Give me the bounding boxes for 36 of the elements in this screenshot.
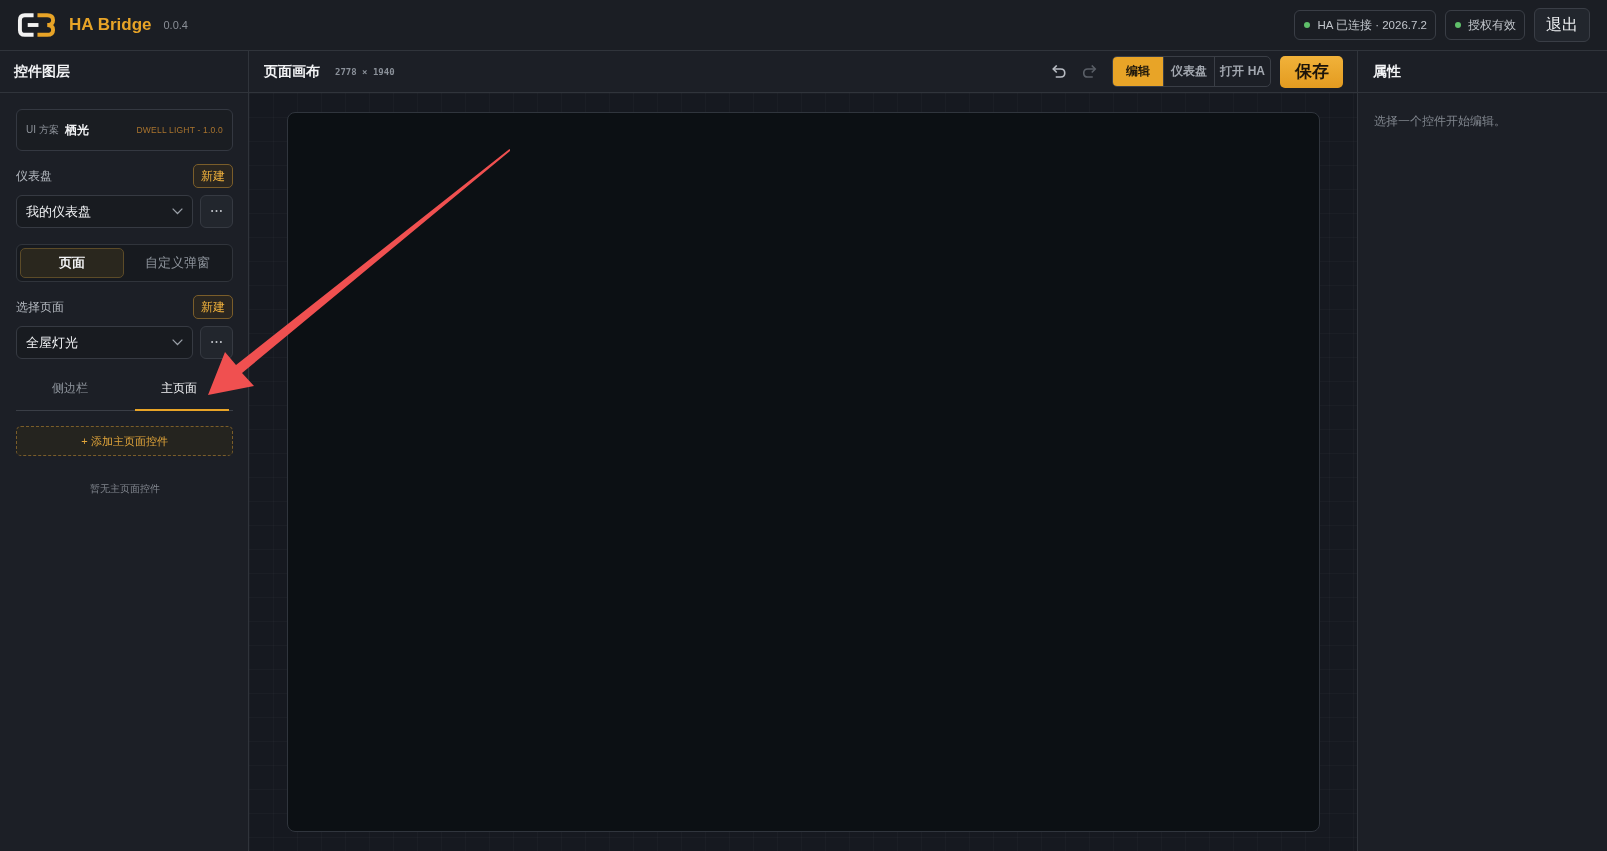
logout-button[interactable]: 退出	[1534, 8, 1590, 42]
app-title: HA Bridge	[69, 15, 152, 35]
field-label: 仪表盘	[16, 167, 52, 185]
canvas-size-label: 2778 × 1940	[335, 66, 395, 77]
new-button[interactable]: 新建	[193, 164, 233, 188]
status-text: 授权有效	[1468, 17, 1516, 33]
empty-state-text: 暂无主页面控件	[88, 482, 161, 496]
view-tab[interactable]: 编辑	[1113, 57, 1164, 86]
field-label: 选择页面	[16, 298, 64, 316]
more-button[interactable]	[200, 326, 233, 359]
chevron-down-icon	[172, 339, 183, 346]
section-tab[interactable]: 侧边栏	[50, 378, 91, 398]
scheme-name: 栖光	[64, 121, 89, 139]
version-label: 0.0.4	[163, 19, 188, 31]
chevron-down-icon	[172, 208, 183, 215]
dropdown-select[interactable]: 我的仪表盘	[16, 195, 193, 228]
logo-icon	[17, 12, 56, 38]
scheme-label: UI 方案	[26, 123, 59, 137]
add-widget-button[interactable]: + 添加主页面控件	[16, 426, 233, 456]
status-text: HA 已连接 · 2026.7.2	[1317, 17, 1427, 33]
dropdown-select[interactable]: 全屋灯光	[16, 326, 193, 359]
panel-title: 属性	[1373, 62, 1401, 81]
panel-title: 控件图层	[14, 62, 70, 81]
save-button[interactable]: 保存	[1280, 55, 1343, 88]
new-button[interactable]: 新建	[193, 295, 233, 319]
more-icon	[211, 341, 222, 344]
hint-text: 选择一个控件开始编辑。	[1373, 113, 1507, 130]
canvas-title: 页面画布	[264, 62, 320, 81]
view-tab[interactable]: 打开 HA	[1214, 57, 1270, 86]
view-tab[interactable]: 仪表盘	[1163, 57, 1215, 86]
section-tab[interactable]: 主页面	[158, 378, 199, 398]
mode-tab[interactable]: 自定义弹窗	[125, 248, 229, 278]
more-icon	[211, 210, 222, 213]
mode-tab[interactable]: 页面	[20, 248, 124, 278]
undo-icon[interactable]	[1052, 65, 1067, 78]
theme-version: DWELL LIGHT - 1.0.0	[136, 125, 223, 135]
